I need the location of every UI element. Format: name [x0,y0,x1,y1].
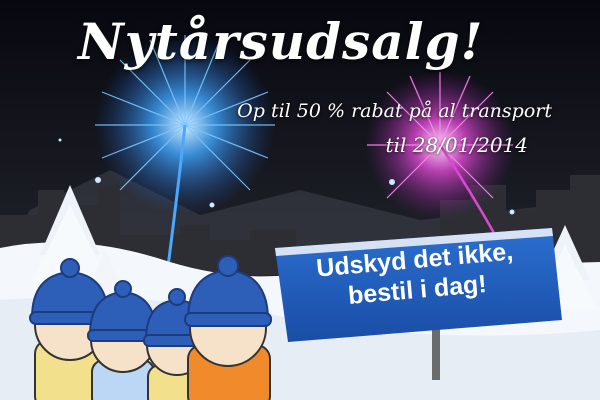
deadline-text: til 28/01/2014 [385,133,528,157]
new-year-sale-banner[interactable]: Nytårsudsalg! Op til 50 % rabat på al tr… [0,0,600,400]
discount-text: Op til 50 % rabat på al transport [237,100,552,122]
headline: Nytårsudsalg! [78,12,484,71]
